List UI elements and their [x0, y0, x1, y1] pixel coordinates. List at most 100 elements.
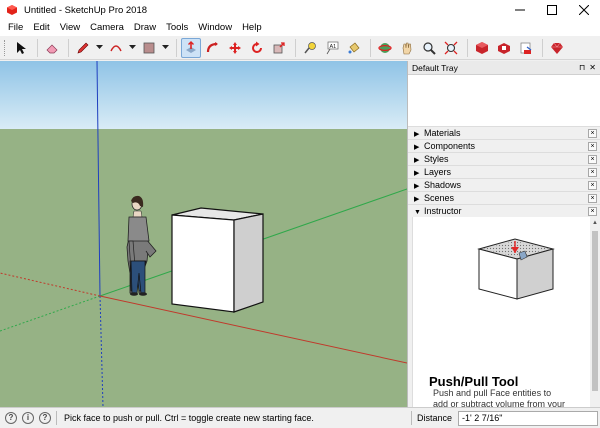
move-icon — [229, 41, 241, 54]
arc-dropdown[interactable] — [128, 38, 136, 58]
scroll-up-icon[interactable]: ▲ — [591, 219, 599, 227]
instructor-scrollbar[interactable]: ▲ ▼ — [590, 217, 600, 416]
sketchup-window: Untitled - SketchUp Pro 2018 File Edit V… — [0, 0, 600, 428]
zoom-extents-tool-button[interactable] — [441, 38, 461, 58]
arc-tool-button[interactable] — [106, 38, 126, 58]
send-to-layout-button[interactable] — [516, 38, 536, 58]
panel-instructor[interactable]: ▼ Instructor × — [408, 204, 600, 217]
scale-tool-button[interactable] — [269, 38, 289, 58]
ruby-console-button[interactable] — [547, 38, 567, 58]
push-pull-tool-button[interactable] — [181, 37, 201, 58]
tape-measure-tool-button[interactable] — [300, 38, 320, 58]
menu-draw[interactable]: Draw — [129, 20, 161, 36]
toolbar-separator — [370, 38, 371, 57]
panel-close-icon[interactable]: × — [588, 141, 597, 151]
scene-canvas — [0, 61, 407, 407]
toolbar-separator — [176, 38, 177, 57]
status-message: Pick face to push or pull. Ctrl = toggle… — [64, 413, 314, 423]
panel-label: Scenes — [424, 193, 455, 203]
window-title: Untitled - SketchUp Pro 2018 — [24, 4, 148, 16]
tray-pin-icon[interactable]: ⊓ — [579, 63, 585, 72]
title-bar: Untitled - SketchUp Pro 2018 — [0, 0, 600, 20]
rotate-tool-button[interactable] — [247, 38, 267, 58]
tray-close-icon[interactable]: ✕ — [589, 63, 596, 72]
pan-tool-button[interactable] — [397, 38, 417, 58]
panel-label: Materials — [424, 128, 461, 138]
sky — [0, 61, 407, 129]
text-tool-button[interactable]: A1 — [322, 38, 342, 58]
svg-text:A1: A1 — [330, 44, 337, 50]
toolbar-separator — [37, 38, 38, 57]
menu-view[interactable]: View — [55, 20, 85, 36]
orbit-tool-button[interactable] — [375, 38, 395, 58]
panel-close-icon[interactable]: × — [588, 180, 597, 190]
3d-warehouse-button[interactable] — [472, 38, 492, 58]
instructor-tool-title: Push/Pull Tool — [429, 374, 519, 389]
panel-scenes[interactable]: ▶ Scenes × — [408, 191, 600, 204]
warehouse-icon — [476, 41, 488, 54]
expand-arrow-icon: ▶ — [414, 196, 420, 203]
menu-tools[interactable]: Tools — [161, 20, 193, 36]
panel-close-icon[interactable]: × — [588, 128, 597, 138]
box-model[interactable] — [171, 207, 264, 313]
rectangle-dropdown[interactable] — [161, 38, 169, 58]
status-bar: ? i ? Pick face to push or pull. Ctrl = … — [0, 407, 600, 428]
dropdown-arrow-icon — [128, 45, 136, 49]
geo-location-icon[interactable]: ? — [5, 412, 17, 424]
pan-icon — [402, 42, 412, 54]
instructor-content: Push/Pull Tool Push and pull Face entiti… — [412, 217, 600, 416]
toolbar-grip[interactable] — [4, 39, 7, 56]
close-button[interactable] — [568, 0, 600, 20]
scrollbar-thumb[interactable] — [592, 231, 598, 391]
toolbar-separator — [295, 38, 296, 57]
select-tool-button[interactable] — [11, 38, 31, 58]
maximize-icon — [547, 5, 557, 15]
maximize-button[interactable] — [536, 0, 568, 20]
credits-icon[interactable]: i — [22, 412, 34, 424]
tray-controls: ⊓ ✕ — [579, 63, 596, 72]
panel-label: Layers — [424, 167, 452, 177]
menu-file[interactable]: File — [3, 20, 28, 36]
panel-materials[interactable]: ▶ Materials × — [408, 126, 600, 139]
expand-arrow-icon: ▶ — [414, 170, 420, 177]
menu-help[interactable]: Help — [237, 20, 267, 36]
rectangle-icon — [143, 42, 155, 53]
measurement-input[interactable] — [458, 410, 598, 426]
collapse-arrow-icon: ▼ — [414, 209, 421, 216]
orbit-icon — [378, 42, 392, 53]
panel-shadows[interactable]: ▶ Shadows × — [408, 178, 600, 191]
toolbar-separator — [467, 38, 468, 57]
status-separator — [410, 411, 412, 425]
panel-close-icon[interactable]: × — [588, 167, 597, 177]
extension-warehouse-button[interactable] — [494, 38, 514, 58]
panel-layers[interactable]: ▶ Layers × — [408, 165, 600, 178]
drawing-viewport[interactable] — [0, 61, 407, 407]
menu-window[interactable]: Window — [193, 20, 237, 36]
paint-bucket-tool-button[interactable] — [344, 38, 364, 58]
toolbar-separator — [68, 38, 69, 57]
panel-close-icon[interactable]: × — [588, 154, 597, 164]
send-to-layout-icon — [520, 42, 532, 54]
toolbar-separator — [542, 38, 543, 57]
scale-icon — [273, 41, 285, 53]
dropdown-arrow-icon — [95, 45, 103, 49]
pencil-dropdown[interactable] — [95, 38, 103, 58]
menu-edit[interactable]: Edit — [28, 20, 54, 36]
pencil-tool-button[interactable] — [73, 38, 93, 58]
panel-styles[interactable]: ▶ Styles × — [408, 152, 600, 165]
follow-me-tool-button[interactable] — [203, 38, 223, 58]
panel-components[interactable]: ▶ Components × — [408, 139, 600, 152]
help-icon[interactable]: ? — [39, 412, 51, 424]
move-tool-button[interactable] — [225, 38, 245, 58]
panel-label: Components — [424, 141, 476, 151]
panel-close-icon[interactable]: × — [588, 193, 597, 203]
panel-label: Instructor — [424, 206, 462, 216]
rectangle-tool-button[interactable] — [139, 38, 159, 58]
zoom-extents-icon — [444, 41, 458, 54]
zoom-tool-button[interactable] — [419, 38, 439, 58]
extension-warehouse-icon — [498, 42, 510, 54]
eraser-tool-button[interactable] — [42, 38, 62, 58]
minimize-button[interactable] — [504, 0, 536, 20]
menu-camera[interactable]: Camera — [85, 20, 129, 36]
panel-close-icon[interactable]: × — [588, 206, 597, 216]
